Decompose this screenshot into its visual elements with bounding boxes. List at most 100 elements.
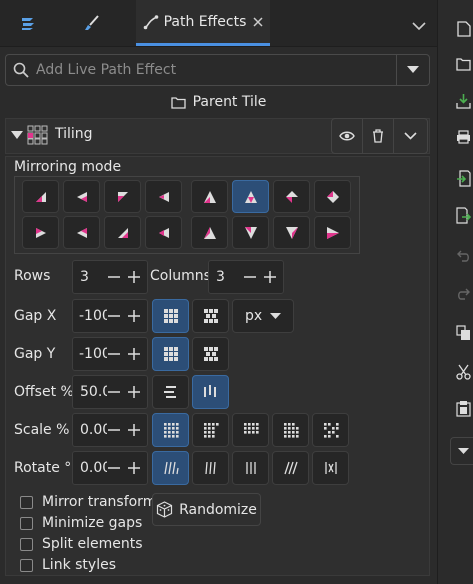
plus-icon[interactable] (127, 309, 141, 323)
split-elements-checkbox[interactable]: Split elements (20, 536, 143, 552)
cut-scissors-icon[interactable] (456, 364, 471, 380)
scale-shift-button-2[interactable] (192, 413, 229, 447)
checkbox-box[interactable] (20, 516, 33, 530)
offset-columns-button[interactable] (192, 375, 229, 409)
copy-icon[interactable] (456, 325, 471, 341)
rotate-shift-button-3[interactable] (232, 451, 269, 485)
delete-trash-icon[interactable] (363, 119, 394, 153)
minus-icon[interactable] (107, 270, 121, 284)
rotate-spinbox[interactable]: 0.00 (72, 451, 148, 485)
search-dropdown-button[interactable] (396, 55, 429, 85)
mirror-mode-button-9[interactable] (22, 216, 59, 249)
mirror-mode-button-15[interactable] (273, 216, 310, 249)
checkbox-box[interactable] (20, 558, 33, 572)
mirror-mode-button-4[interactable] (145, 180, 182, 213)
import-icon[interactable] (456, 170, 471, 187)
randomize-button[interactable]: Randomize (152, 493, 261, 526)
add-effect-search[interactable]: Add Live Path Effect (5, 54, 430, 86)
mirror-mode-button-12[interactable] (145, 216, 182, 249)
scale-label: Scale % (14, 422, 70, 438)
columns-value[interactable]: 3 (209, 269, 243, 285)
gap-y-spinbox[interactable]: -1000. (72, 337, 148, 371)
collapse-triangle-icon[interactable] (11, 130, 23, 140)
mirror-mode-icon (244, 226, 257, 239)
mirror-mode-button-10[interactable] (63, 216, 100, 249)
tab-path-effects[interactable]: Path Effects (136, 0, 270, 46)
mirror-mode-button-16[interactable] (314, 216, 351, 249)
open-folder-icon[interactable] (456, 57, 471, 71)
link-styles-checkbox[interactable]: Link styles (20, 557, 116, 573)
tab-fill-stroke[interactable] (64, 0, 120, 46)
scale-shift-button-3[interactable] (232, 413, 269, 447)
rotate-shift-button-5[interactable] (312, 451, 349, 485)
gap-x-spinbox[interactable]: -1000. (72, 299, 148, 333)
offset-spinbox[interactable]: 50.00 (72, 375, 148, 409)
scale-value[interactable]: 0.00 (73, 422, 107, 438)
scale-shift-button-1[interactable] (152, 413, 189, 447)
rotate-value[interactable]: 0.00 (73, 460, 107, 476)
gap-y-mode-offset-button[interactable] (192, 337, 229, 371)
save-icon[interactable] (456, 93, 471, 109)
new-document-icon[interactable] (457, 21, 471, 37)
tabs-menu-chevron-icon[interactable] (412, 19, 426, 35)
mirror-mode-button-7[interactable] (273, 180, 310, 213)
paste-icon[interactable] (456, 400, 471, 417)
mirror-mode-button-14[interactable] (232, 216, 269, 249)
gap-x-mode-grid-button[interactable] (152, 299, 189, 333)
mirror-mode-icon (35, 191, 46, 202)
randomize-label: Randomize (179, 501, 257, 518)
scale-spinbox[interactable]: 0.00 (72, 413, 148, 447)
tab-layers[interactable] (0, 0, 56, 46)
minus-icon[interactable] (107, 461, 121, 475)
minus-icon[interactable] (107, 385, 121, 399)
visibility-eye-icon[interactable] (332, 119, 363, 153)
rotate-shift-button-1[interactable] (152, 451, 189, 485)
close-icon[interactable] (253, 16, 263, 27)
mirror-mode-button-2[interactable] (63, 180, 100, 213)
undo-icon[interactable] (457, 250, 470, 263)
columns-spinbox[interactable]: 3 (208, 260, 284, 294)
search-input[interactable]: Add Live Path Effect (36, 62, 176, 78)
minus-icon[interactable] (107, 309, 121, 323)
plus-icon[interactable] (127, 461, 141, 475)
mirror-mode-button-13[interactable] (191, 216, 228, 249)
offset-value[interactable]: 50.00 (73, 384, 107, 400)
mirror-mode-button-5[interactable] (191, 180, 228, 213)
plus-icon[interactable] (127, 385, 141, 399)
gap-x-value[interactable]: -1000. (73, 308, 107, 324)
mirror-mode-button-8[interactable] (314, 180, 351, 213)
checkbox-box[interactable] (20, 537, 33, 551)
parent-link[interactable]: Parent Tile (0, 91, 437, 113)
print-icon[interactable] (456, 130, 471, 144)
mirror-mode-button-6[interactable] (232, 180, 269, 213)
minus-icon[interactable] (243, 270, 257, 284)
checkbox-box[interactable] (20, 495, 33, 509)
rotate-shift-button-4[interactable] (272, 451, 309, 485)
rows-spinbox[interactable]: 3 (72, 260, 148, 294)
mirror-mode-button-1[interactable] (22, 180, 59, 213)
unit-dropdown[interactable]: px (232, 299, 294, 333)
scale-shift-button-5[interactable] (312, 413, 349, 447)
minimize-gaps-checkbox[interactable]: Minimize gaps (20, 515, 142, 531)
folder-icon (170, 96, 186, 109)
redo-icon[interactable] (457, 288, 470, 301)
gap-y-value[interactable]: -1000. (73, 346, 107, 362)
plus-icon[interactable] (127, 270, 141, 284)
mirror-transforms-checkbox[interactable]: Mirror transforms (20, 494, 164, 510)
scale-shift-button-4[interactable] (272, 413, 309, 447)
toolbar-overflow-button[interactable] (450, 437, 473, 465)
plus-icon[interactable] (263, 270, 277, 284)
effect-menu-chevron-icon[interactable] (394, 119, 427, 153)
mirror-mode-button-3[interactable] (104, 180, 141, 213)
mirror-mode-button-11[interactable] (104, 216, 141, 249)
rotate-shift-button-2[interactable] (192, 451, 229, 485)
export-icon[interactable] (456, 207, 471, 224)
plus-icon[interactable] (127, 423, 141, 437)
offset-rows-button[interactable] (152, 375, 189, 409)
minus-icon[interactable] (107, 423, 121, 437)
plus-icon[interactable] (127, 347, 141, 361)
rows-value[interactable]: 3 (73, 269, 107, 285)
gap-y-mode-grid-button[interactable] (152, 337, 189, 371)
minus-icon[interactable] (107, 347, 121, 361)
gap-x-mode-offset-button[interactable] (192, 299, 229, 333)
